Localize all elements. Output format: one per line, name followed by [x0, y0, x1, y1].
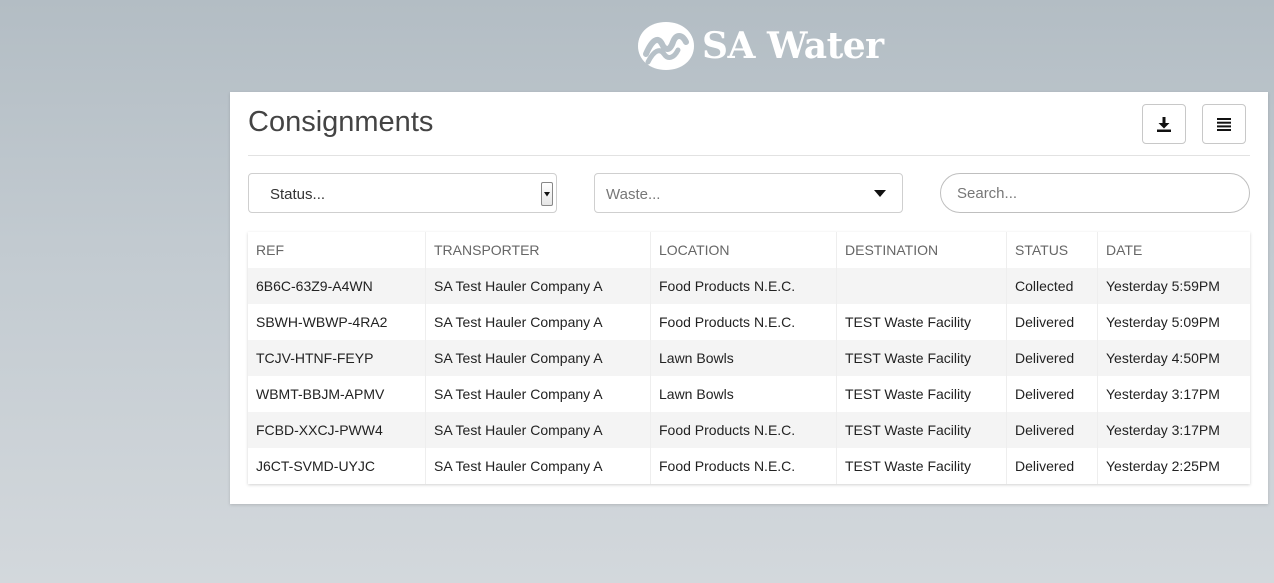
cell-ref: WBMT-BBJM-APMV	[248, 376, 426, 412]
cell-transporter: SA Test Hauler Company A	[425, 268, 651, 304]
title-divider	[248, 155, 1250, 156]
page-title: Consignments	[248, 106, 434, 138]
column-header-destination[interactable]: DESTINATION	[836, 232, 1007, 268]
cell-date: Yesterday 2:25PM	[1097, 448, 1250, 484]
cell-destination: TEST Waste Facility	[836, 376, 1007, 412]
cell-location: Food Products N.E.C.	[650, 448, 837, 484]
cell-ref: SBWH-WBWP-4RA2	[248, 304, 426, 340]
column-header-date[interactable]: DATE	[1097, 232, 1250, 268]
cell-date: Yesterday 5:59PM	[1097, 268, 1250, 304]
cell-location: Food Products N.E.C.	[650, 412, 837, 448]
table-row[interactable]: FCBD-XXCJ-PWW4 SA Test Hauler Company A …	[248, 412, 1250, 448]
table-row[interactable]: TCJV-HTNF-FEYP SA Test Hauler Company A …	[248, 340, 1250, 376]
column-header-ref[interactable]: REF	[248, 232, 426, 268]
cell-location: Food Products N.E.C.	[650, 304, 837, 340]
cell-ref: 6B6C-63Z9-A4WN	[248, 268, 426, 304]
list-menu-button[interactable]	[1202, 104, 1246, 144]
list-menu-icon	[1217, 117, 1231, 131]
cell-transporter: SA Test Hauler Company A	[425, 304, 651, 340]
search-input[interactable]	[940, 173, 1250, 213]
cell-location: Food Products N.E.C.	[650, 268, 837, 304]
column-header-status[interactable]: STATUS	[1006, 232, 1098, 268]
waste-filter-value: Waste...	[606, 186, 661, 203]
cell-status: Delivered	[1006, 304, 1098, 340]
cell-destination: TEST Waste Facility	[836, 304, 1007, 340]
column-header-transporter[interactable]: TRANSPORTER	[425, 232, 651, 268]
consignments-panel: Consignments Status... Waste... Search..…	[230, 92, 1268, 504]
select-stepper-icon[interactable]	[541, 182, 553, 206]
brand-name: SA Water	[702, 25, 884, 67]
column-header-location[interactable]: LOCATION	[650, 232, 837, 268]
table-header-row: REF TRANSPORTER LOCATION DESTINATION STA…	[248, 232, 1250, 268]
table-row[interactable]: SBWH-WBWP-4RA2 SA Test Hauler Company A …	[248, 304, 1250, 340]
cell-destination: TEST Waste Facility	[836, 340, 1007, 376]
cell-status: Delivered	[1006, 340, 1098, 376]
consignments-table: REF TRANSPORTER LOCATION DESTINATION STA…	[248, 232, 1250, 484]
cell-transporter: SA Test Hauler Company A	[425, 412, 651, 448]
table-row[interactable]: WBMT-BBJM-APMV SA Test Hauler Company A …	[248, 376, 1250, 412]
cell-ref: J6CT-SVMD-UYJC	[248, 448, 426, 484]
cell-destination	[836, 268, 1007, 304]
cell-date: Yesterday 5:09PM	[1097, 304, 1250, 340]
brand-header: SA Water	[636, 20, 884, 72]
cell-transporter: SA Test Hauler Company A	[425, 448, 651, 484]
cell-transporter: SA Test Hauler Company A	[425, 376, 651, 412]
chevron-down-icon	[874, 190, 886, 197]
cell-status: Collected	[1006, 268, 1098, 304]
cell-status: Delivered	[1006, 376, 1098, 412]
status-filter-value: Status...	[270, 186, 326, 203]
cell-date: Yesterday 3:17PM	[1097, 412, 1250, 448]
cell-ref: TCJV-HTNF-FEYP	[248, 340, 426, 376]
cell-location: Lawn Bowls	[650, 376, 837, 412]
sa-water-wave-logo-icon	[638, 22, 694, 70]
cell-ref: FCBD-XXCJ-PWW4	[248, 412, 426, 448]
cell-destination: TEST Waste Facility	[836, 448, 1007, 484]
cell-location: Lawn Bowls	[650, 340, 837, 376]
cell-date: Yesterday 4:50PM	[1097, 340, 1250, 376]
download-button[interactable]	[1142, 104, 1186, 144]
table-row[interactable]: 6B6C-63Z9-A4WN SA Test Hauler Company A …	[248, 268, 1250, 304]
cell-transporter: SA Test Hauler Company A	[425, 340, 651, 376]
cell-status: Delivered	[1006, 448, 1098, 484]
waste-filter-select[interactable]: Waste...	[594, 173, 903, 213]
download-icon	[1157, 116, 1171, 132]
table-row[interactable]: J6CT-SVMD-UYJC SA Test Hauler Company A …	[248, 448, 1250, 484]
cell-status: Delivered	[1006, 412, 1098, 448]
status-filter-select[interactable]: Status...	[248, 173, 557, 213]
cell-destination: TEST Waste Facility	[836, 412, 1007, 448]
cell-date: Yesterday 3:17PM	[1097, 376, 1250, 412]
